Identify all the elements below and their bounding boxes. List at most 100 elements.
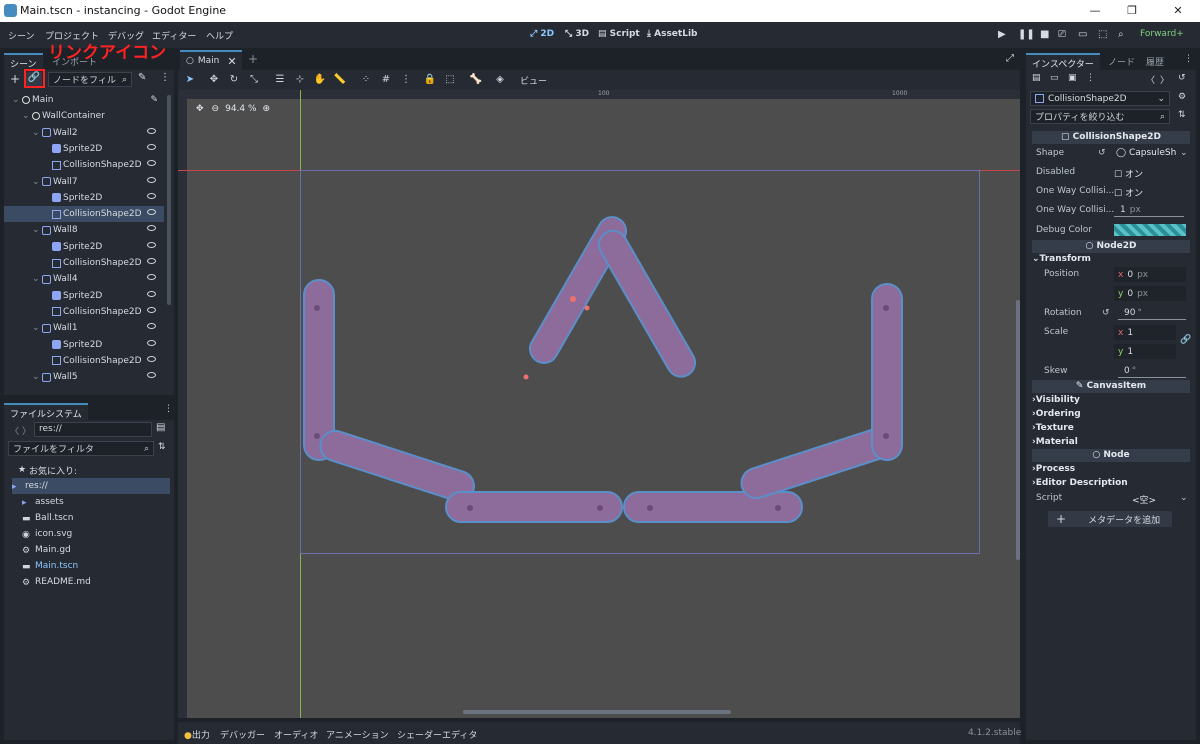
- stop-icon[interactable]: ■: [1040, 29, 1049, 40]
- tree-node-sprite[interactable]: Sprite2D: [4, 190, 164, 206]
- visibility-eye-icon[interactable]: [147, 372, 156, 379]
- workspace-assetlib[interactable]: ⤓ AssetLib: [647, 29, 697, 39]
- file-item[interactable]: ▬ Main.tscn: [22, 558, 170, 574]
- view-menu[interactable]: ビュー: [520, 74, 547, 87]
- scale-x-field[interactable]: x 1: [1114, 325, 1176, 340]
- tree-node-wall[interactable]: ⌄ Wall4: [4, 271, 164, 287]
- forward-icon[interactable]: 〉: [22, 424, 31, 437]
- chevron-down-icon[interactable]: ⌄: [1180, 148, 1188, 158]
- filesystem-menu-icon[interactable]: ⋮: [164, 404, 173, 414]
- history-back-icon[interactable]: 〈: [1146, 73, 1155, 86]
- wall-bottom-right[interactable]: [623, 491, 803, 523]
- new-resource-icon[interactable]: ▤: [1032, 73, 1041, 83]
- workspace-2d[interactable]: ⤢ 2D: [530, 29, 554, 39]
- tree-node-wall[interactable]: ⌄ Wall8: [4, 222, 164, 238]
- menu-scene[interactable]: シーン: [8, 29, 35, 42]
- tab-audio[interactable]: オーディオ: [274, 728, 318, 741]
- tree-node-sprite[interactable]: Sprite2D: [4, 337, 164, 353]
- group-editor-description[interactable]: ›Editor Description: [1032, 478, 1128, 488]
- handle-point[interactable]: [523, 374, 529, 380]
- file-item[interactable]: ⚙ README.md: [22, 574, 170, 590]
- wall-roof-right[interactable]: [594, 226, 700, 382]
- scale-y-field[interactable]: y 1: [1114, 344, 1176, 359]
- lock-icon[interactable]: 🔒: [422, 74, 438, 85]
- expand-arrow-icon[interactable]: ⌄: [32, 225, 40, 235]
- pause-icon[interactable]: ❚❚: [1018, 29, 1035, 40]
- close-button[interactable]: ✕: [1168, 4, 1188, 18]
- visibility-eye-icon[interactable]: [147, 127, 156, 134]
- scale-tool-icon[interactable]: ⤡: [246, 74, 262, 85]
- section-node2d[interactable]: ○ Node2D: [1032, 240, 1190, 253]
- tab-animation[interactable]: アニメーション: [326, 728, 389, 741]
- shape-value[interactable]: ◯ CapsuleSh: [1116, 148, 1176, 158]
- tree-node-coll[interactable]: CollisionShape2D: [4, 206, 164, 223]
- expand-arrow-icon[interactable]: ⌄: [32, 274, 40, 284]
- workspace-3d[interactable]: ⤡ 3D: [565, 29, 589, 39]
- tree-node-root[interactable]: ⌄ Main ✎: [4, 92, 164, 108]
- split-view-icon[interactable]: ▤: [156, 422, 165, 433]
- scene-canvas[interactable]: [178, 90, 1020, 718]
- smart-snap-icon[interactable]: ⁘: [358, 74, 374, 85]
- renderer-select[interactable]: Forward+: [1140, 29, 1184, 39]
- tree-node-sprite[interactable]: Sprite2D: [4, 239, 164, 255]
- property-filter-input[interactable]: プロパティを絞り込む ⌕: [1030, 109, 1170, 124]
- tab-inspector[interactable]: インスペクター: [1026, 53, 1100, 72]
- tree-node-coll[interactable]: CollisionShape2D: [4, 157, 164, 173]
- wall-right[interactable]: [871, 283, 903, 461]
- tab-shader-editor[interactable]: シェーダーエディタ: [397, 728, 477, 741]
- skeleton-icon[interactable]: 🦴: [468, 74, 484, 85]
- sort-icon[interactable]: ⇅: [158, 442, 166, 452]
- visibility-eye-icon[interactable]: [147, 306, 156, 313]
- path-input[interactable]: res://: [34, 422, 152, 437]
- visibility-eye-icon[interactable]: [147, 274, 156, 281]
- grid-snap-icon[interactable]: #: [378, 74, 394, 85]
- property-sort-icon[interactable]: ⇅: [1178, 110, 1186, 120]
- section-canvas-item[interactable]: ✎ CanvasItem: [1032, 380, 1190, 393]
- reset-icon[interactable]: ↺: [1102, 308, 1110, 318]
- visibility-eye-icon[interactable]: [147, 258, 156, 264]
- visibility-eye-icon[interactable]: [147, 355, 156, 362]
- list-select-icon[interactable]: ☰: [272, 74, 288, 85]
- debug-color-swatch[interactable]: [1114, 224, 1186, 236]
- open-resource-icon[interactable]: ▭: [1050, 73, 1059, 83]
- tree-node-root[interactable]: ⌄ WallContainer: [4, 108, 164, 124]
- close-tab-icon[interactable]: ✕: [227, 55, 236, 68]
- file-item[interactable]: ▸ res://: [12, 478, 170, 494]
- chevron-down-icon[interactable]: ⌄: [1180, 493, 1188, 503]
- move-tool-icon[interactable]: ✥: [206, 74, 222, 85]
- maximize-button[interactable]: ❐: [1122, 4, 1142, 18]
- tab-filesystem[interactable]: ファイルシステム: [4, 403, 88, 422]
- history-forward-icon[interactable]: 〉: [1160, 73, 1169, 86]
- scene-tree-scrollbar[interactable]: [167, 95, 171, 305]
- tree-node-coll[interactable]: CollisionShape2D: [4, 255, 164, 271]
- handle-point[interactable]: [584, 305, 590, 311]
- visibility-eye-icon[interactable]: [147, 339, 156, 346]
- expand-arrow-icon[interactable]: ⌄: [32, 323, 40, 333]
- visibility-eye-icon[interactable]: [147, 143, 156, 150]
- tree-node-wall[interactable]: ⌄ Wall2: [4, 125, 164, 141]
- visibility-eye-icon[interactable]: [147, 225, 156, 232]
- script-icon[interactable]: ✎: [150, 95, 158, 105]
- kebab-menu-icon[interactable]: ⋮: [160, 72, 170, 83]
- tab-debugger[interactable]: デバッガー: [220, 728, 265, 741]
- camera-override-icon[interactable]: ◈: [492, 74, 508, 85]
- expand-arrow-icon[interactable]: ⌄: [32, 372, 40, 382]
- position-x-field[interactable]: x 0 px: [1114, 267, 1186, 282]
- visibility-eye-icon[interactable]: [147, 160, 156, 167]
- tree-node-wall[interactable]: ⌄ Wall7: [4, 174, 164, 190]
- visibility-eye-icon[interactable]: [147, 192, 156, 199]
- expand-arrow-icon[interactable]: ⌄: [32, 177, 40, 187]
- node-selector[interactable]: CollisionShape2D ⌄: [1030, 91, 1170, 106]
- reset-icon[interactable]: ↺: [1098, 148, 1106, 158]
- tree-node-sprite[interactable]: Sprite2D: [4, 288, 164, 304]
- rotation-input[interactable]: 90 °: [1118, 306, 1186, 320]
- section-collision-shape[interactable]: ▢ CollisionShape2D: [1032, 131, 1190, 144]
- visibility-eye-icon[interactable]: [147, 241, 156, 248]
- play-custom-icon[interactable]: ⬚: [1098, 29, 1107, 40]
- visibility-eye-icon[interactable]: [147, 176, 156, 183]
- scene-filter-input[interactable]: ノードをフィル ⌕: [48, 72, 132, 87]
- visibility-eye-icon[interactable]: [147, 323, 156, 330]
- rotate-tool-icon[interactable]: ↻: [226, 74, 242, 85]
- disabled-checkbox[interactable]: ☐ オン: [1114, 167, 1143, 180]
- expand-arrow-icon[interactable]: ⌄: [32, 128, 40, 138]
